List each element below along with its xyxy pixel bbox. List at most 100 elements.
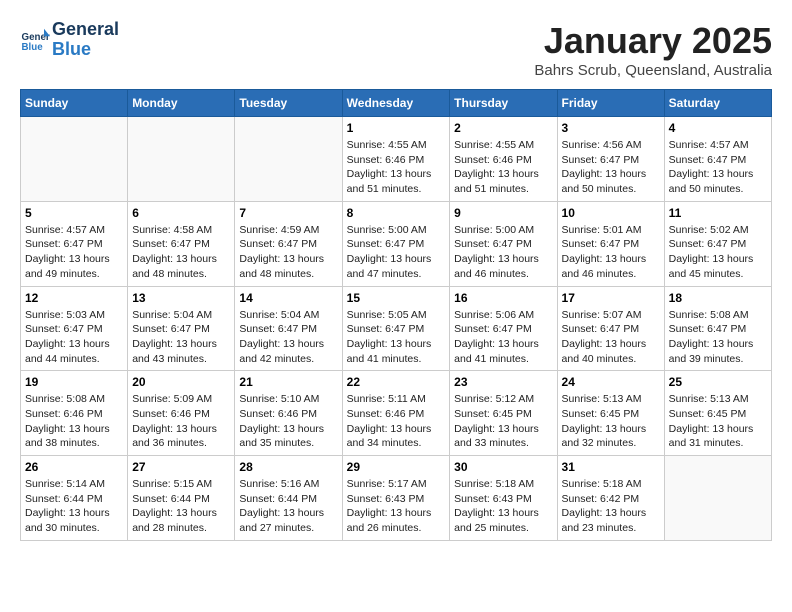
day-number: 3 [562,121,660,135]
day-info: Sunrise: 5:18 AMSunset: 6:42 PMDaylight:… [562,477,660,536]
day-info: Sunrise: 4:55 AMSunset: 6:46 PMDaylight:… [454,138,552,197]
day-number: 2 [454,121,552,135]
day-info: Sunrise: 5:00 AMSunset: 6:47 PMDaylight:… [347,223,446,282]
weekday-header-saturday: Saturday [664,90,771,117]
day-info: Sunrise: 4:55 AMSunset: 6:46 PMDaylight:… [347,138,446,197]
calendar-cell: 1 Sunrise: 4:55 AMSunset: 6:46 PMDaylight… [342,117,450,202]
day-info: Sunrise: 5:02 AMSunset: 6:47 PMDaylight:… [669,223,767,282]
calendar-cell: 22 Sunrise: 5:11 AMSunset: 6:46 PMDayligh… [342,371,450,456]
calendar-cell: 13Sunrise: 5:04 AMSunset: 6:47 PMDayligh… [128,286,235,371]
calendar-cell: 20Sunrise: 5:09 AMSunset: 6:46 PMDayligh… [128,371,235,456]
calendar-cell: 21 Sunrise: 5:10 AMSunset: 6:46 PMDayligh… [235,371,342,456]
calendar-cell: 2 Sunrise: 4:55 AMSunset: 6:46 PMDaylight… [450,117,557,202]
day-number: 17 [562,291,660,305]
day-info: Sunrise: 5:17 AMSunset: 6:43 PMDaylight:… [347,477,446,536]
calendar-cell: 16 Sunrise: 5:06 AMSunset: 6:47 PMDayligh… [450,286,557,371]
calendar-cell: 27Sunrise: 5:15 AMSunset: 6:44 PMDayligh… [128,456,235,541]
day-number: 14 [239,291,337,305]
calendar-cell: 24Sunrise: 5:13 AMSunset: 6:45 PMDayligh… [557,371,664,456]
day-number: 4 [669,121,767,135]
calendar-cell: 17 Sunrise: 5:07 AMSunset: 6:47 PMDayligh… [557,286,664,371]
calendar-cell: 4 Sunrise: 4:57 AMSunset: 6:47 PMDaylight… [664,117,771,202]
day-number: 7 [239,206,337,220]
calendar-week-1: 1 Sunrise: 4:55 AMSunset: 6:46 PMDaylight… [21,117,772,202]
logo-blue: Blue [52,40,119,60]
calendar-cell: 30Sunrise: 5:18 AMSunset: 6:43 PMDayligh… [450,456,557,541]
day-number: 13 [132,291,230,305]
day-number: 22 [347,375,446,389]
day-number: 19 [25,375,123,389]
weekday-header-wednesday: Wednesday [342,90,450,117]
day-info: Sunrise: 5:00 AMSunset: 6:47 PMDaylight:… [454,223,552,282]
day-number: 31 [562,460,660,474]
calendar-week-2: 5 Sunrise: 4:57 AMSunset: 6:47 PMDaylight… [21,201,772,286]
logo-general: General [52,20,119,40]
day-number: 8 [347,206,446,220]
weekday-header-tuesday: Tuesday [235,90,342,117]
calendar-cell [235,117,342,202]
day-number: 26 [25,460,123,474]
day-number: 24 [562,375,660,389]
calendar-table: SundayMondayTuesdayWednesdayThursdayFrid… [20,89,772,541]
calendar-cell: 12 Sunrise: 5:03 AMSunset: 6:47 PMDayligh… [21,286,128,371]
day-info: Sunrise: 5:05 AMSunset: 6:47 PMDaylight:… [347,308,446,367]
month-title: January 2025 [534,20,772,62]
day-info: Sunrise: 5:01 AMSunset: 6:47 PMDaylight:… [562,223,660,282]
day-info: Sunrise: 5:13 AMSunset: 6:45 PMDaylight:… [669,392,767,451]
day-info: Sunrise: 5:10 AMSunset: 6:46 PMDaylight:… [239,392,337,451]
day-info: Sunrise: 4:58 AMSunset: 6:47 PMDaylight:… [132,223,230,282]
day-info: Sunrise: 5:16 AMSunset: 6:44 PMDaylight:… [239,477,337,536]
logo-icon: General Blue [20,25,50,55]
weekday-header-row: SundayMondayTuesdayWednesdayThursdayFrid… [21,90,772,117]
day-info: Sunrise: 4:59 AMSunset: 6:47 PMDaylight:… [239,223,337,282]
day-info: Sunrise: 4:57 AMSunset: 6:47 PMDaylight:… [25,223,123,282]
day-info: Sunrise: 5:07 AMSunset: 6:47 PMDaylight:… [562,308,660,367]
day-info: Sunrise: 5:14 AMSunset: 6:44 PMDaylight:… [25,477,123,536]
calendar-cell: 19 Sunrise: 5:08 AMSunset: 6:46 PMDayligh… [21,371,128,456]
day-number: 11 [669,206,767,220]
calendar-week-3: 12 Sunrise: 5:03 AMSunset: 6:47 PMDayligh… [21,286,772,371]
day-info: Sunrise: 5:11 AMSunset: 6:46 PMDaylight:… [347,392,446,451]
calendar-cell: 11 Sunrise: 5:02 AMSunset: 6:47 PMDayligh… [664,201,771,286]
day-number: 21 [239,375,337,389]
day-number: 23 [454,375,552,389]
calendar-cell [21,117,128,202]
weekday-header-thursday: Thursday [450,90,557,117]
weekday-header-monday: Monday [128,90,235,117]
calendar-cell: 15 Sunrise: 5:05 AMSunset: 6:47 PMDayligh… [342,286,450,371]
day-number: 16 [454,291,552,305]
day-number: 9 [454,206,552,220]
day-info: Sunrise: 5:04 AMSunset: 6:47 PMDaylight:… [239,308,337,367]
page-header: General Blue General Blue January 2025 B… [20,20,772,79]
day-number: 18 [669,291,767,305]
day-number: 15 [347,291,446,305]
day-number: 27 [132,460,230,474]
day-number: 29 [347,460,446,474]
day-number: 10 [562,206,660,220]
calendar-cell [128,117,235,202]
calendar-cell: 31 Sunrise: 5:18 AMSunset: 6:42 PMDayligh… [557,456,664,541]
day-number: 1 [347,121,446,135]
day-info: Sunrise: 5:06 AMSunset: 6:47 PMDaylight:… [454,308,552,367]
calendar-week-5: 26 Sunrise: 5:14 AMSunset: 6:44 PMDayligh… [21,456,772,541]
weekday-header-sunday: Sunday [21,90,128,117]
svg-text:Blue: Blue [22,42,44,53]
calendar-cell: 29 Sunrise: 5:17 AMSunset: 6:43 PMDayligh… [342,456,450,541]
calendar-cell: 25 Sunrise: 5:13 AMSunset: 6:45 PMDayligh… [664,371,771,456]
day-number: 5 [25,206,123,220]
day-info: Sunrise: 5:12 AMSunset: 6:45 PMDaylight:… [454,392,552,451]
day-info: Sunrise: 4:57 AMSunset: 6:47 PMDaylight:… [669,138,767,197]
calendar-cell: 23 Sunrise: 5:12 AMSunset: 6:45 PMDayligh… [450,371,557,456]
calendar-cell: 10 Sunrise: 5:01 AMSunset: 6:47 PMDayligh… [557,201,664,286]
day-number: 28 [239,460,337,474]
logo: General Blue General Blue [20,20,119,60]
day-info: Sunrise: 5:08 AMSunset: 6:47 PMDaylight:… [669,308,767,367]
day-number: 25 [669,375,767,389]
day-info: Sunrise: 5:08 AMSunset: 6:46 PMDaylight:… [25,392,123,451]
calendar-week-4: 19 Sunrise: 5:08 AMSunset: 6:46 PMDayligh… [21,371,772,456]
location-title: Bahrs Scrub, Queensland, Australia [534,62,772,79]
calendar-cell: 6Sunrise: 4:58 AMSunset: 6:47 PMDaylight… [128,201,235,286]
calendar-cell: 3Sunrise: 4:56 AMSunset: 6:47 PMDaylight… [557,117,664,202]
day-number: 12 [25,291,123,305]
day-info: Sunrise: 5:03 AMSunset: 6:47 PMDaylight:… [25,308,123,367]
